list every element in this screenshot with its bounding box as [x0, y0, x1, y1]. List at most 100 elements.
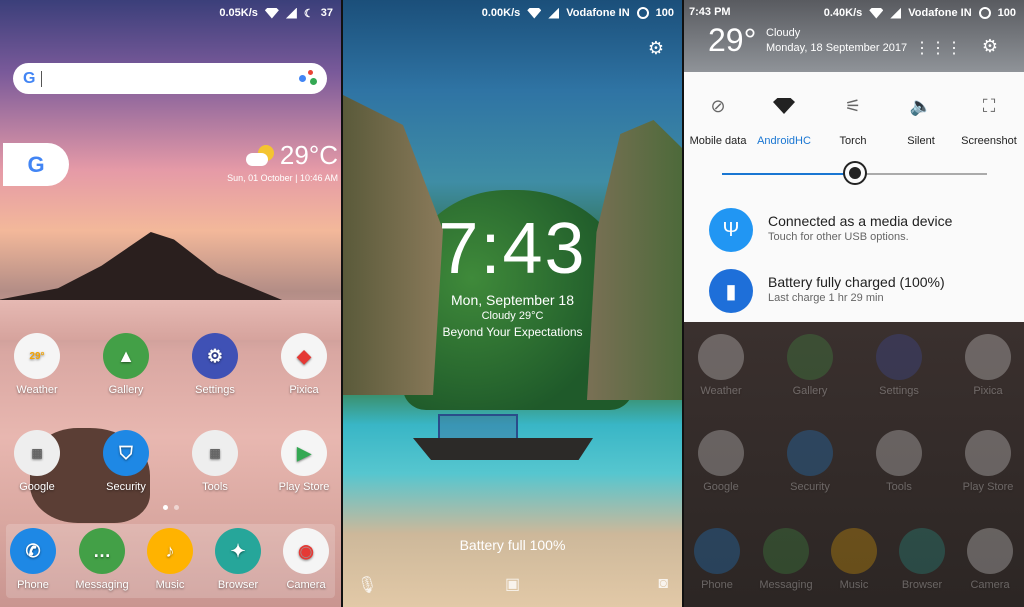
app-label: Browser: [217, 579, 259, 591]
camera-icon[interactable]: ◙: [658, 575, 668, 593]
network-speed: 0.05K/s: [219, 7, 258, 19]
message-icon: [763, 528, 809, 574]
shade-temp: 29°: [708, 22, 757, 58]
app-label: Gallery: [792, 385, 828, 397]
app-label: Pixica: [289, 384, 319, 396]
tile-label: Torch: [839, 135, 867, 147]
pixica-icon: ◆: [281, 333, 327, 379]
page-indicator: [163, 505, 179, 510]
wifi-icon: [264, 7, 279, 19]
wifi-icon: [869, 7, 884, 19]
app-label: Tools: [202, 481, 228, 493]
app-gallery[interactable]: ▲ Gallery: [91, 333, 161, 396]
wifi-icon: [527, 7, 542, 19]
lock-clock: 7:43: [438, 209, 587, 289]
app-camera: Camera: [955, 528, 1024, 591]
carrier-name: Vodafone IN: [908, 7, 972, 19]
app-label: Google: [703, 481, 739, 493]
assistant-icon[interactable]: [299, 69, 317, 88]
weather-icon-temp: 29°: [29, 350, 45, 362]
battery-level: 100: [997, 7, 1016, 19]
status-bar: 0.00K/s Vodafone IN 100: [343, 0, 682, 26]
tile-label: Mobile data: [689, 135, 747, 147]
signal-icon: [548, 7, 560, 19]
tile-mobile-data[interactable]: ⊘ Mobile data: [684, 92, 752, 148]
tile-torch[interactable]: ⚟ Torch: [819, 92, 887, 148]
google-search-bar[interactable]: G: [13, 63, 327, 94]
compass-icon: [899, 528, 945, 574]
app-messaging[interactable]: … Messaging: [67, 528, 137, 591]
battery-message: Battery full 100%: [459, 537, 566, 553]
text-cursor: [41, 70, 43, 87]
app-play-store[interactable]: ▶ Play Store: [269, 430, 339, 493]
phone-icon: [694, 528, 740, 574]
app-music[interactable]: ♪ Music: [135, 528, 205, 591]
app-weather[interactable]: 29° Weather: [2, 333, 72, 396]
grid-icon[interactable]: ⋮⋮⋮: [914, 38, 962, 58]
boat-canopy: [438, 414, 518, 438]
signal-icon: [890, 7, 902, 19]
notification-title: Connected as a media device: [768, 213, 953, 229]
network-speed: 0.00K/s: [481, 7, 521, 19]
battery-full-icon: ▮: [709, 269, 753, 313]
shield-icon: [787, 430, 833, 476]
notification-usb[interactable]: Ψ Connected as a media device Touch for …: [684, 200, 1024, 258]
app-settings[interactable]: ⚙ Settings: [180, 333, 250, 396]
shade-date: Monday, 18 September 2017: [766, 42, 908, 54]
camera-icon: [967, 528, 1013, 574]
google-app-pill[interactable]: G: [3, 143, 69, 186]
app-label: Google: [19, 481, 55, 493]
app-google-folder[interactable]: ▦ Google: [2, 430, 72, 493]
app-pixica: Pixica: [953, 334, 1023, 397]
mobile-data-off-icon: ⊘: [710, 95, 726, 116]
play-store-icon: ▶: [281, 430, 327, 476]
lock-icon[interactable]: ▣: [505, 574, 520, 594]
app-label: Weather: [16, 384, 58, 396]
speaker-icon: 🔈: [909, 95, 933, 116]
app-security[interactable]: ⛉ Security: [91, 430, 161, 493]
tile-label: Screenshot: [961, 135, 1017, 147]
app-label: Settings: [195, 384, 235, 396]
app-security: Security: [775, 430, 845, 493]
home-screen: 0.05K/s ☾ 37 G G 29°C Sun, 01 October |: [0, 0, 341, 607]
app-music: Music: [819, 528, 889, 591]
phone-icon: ✆: [10, 528, 56, 574]
app-camera[interactable]: ◉ Camera: [271, 528, 341, 591]
gear-icon[interactable]: ⚙: [648, 38, 664, 59]
gallery-icon: [787, 334, 833, 380]
app-label: Phone: [701, 579, 733, 591]
lock-tagline: Beyond Your Expectations: [442, 325, 583, 339]
lock-screen: 0.00K/s Vodafone IN 100 ⚙ 7:43 Mon, Sept…: [343, 0, 682, 607]
signal-icon: [285, 7, 297, 19]
lock-weather: Cloudy 29°C: [481, 310, 544, 322]
music-icon: [831, 528, 877, 574]
app-tools[interactable]: ▦ Tools: [180, 430, 250, 493]
brightness-slider-handle[interactable]: [844, 163, 865, 183]
app-label: Music: [155, 579, 185, 591]
status-bar: 0.05K/s ☾ 37: [0, 0, 341, 26]
pixica-icon: [965, 334, 1011, 380]
app-browser[interactable]: ✦ Browser: [203, 528, 273, 591]
tile-wifi[interactable]: AndroidHC: [750, 92, 818, 147]
battery-level: 100: [655, 7, 674, 19]
gear-icon[interactable]: ⚙: [982, 36, 998, 57]
brightness-fill: [722, 173, 855, 175]
weather-widget[interactable]: 29°C Sun, 01 October | 10:46 AM: [220, 140, 338, 183]
tile-label: AndroidHC: [757, 135, 811, 147]
play-store-icon: [965, 430, 1011, 476]
battery-icon: [636, 7, 649, 19]
tile-screenshot[interactable]: ⛶ Screenshot: [955, 92, 1023, 148]
usb-icon: Ψ: [709, 208, 753, 252]
app-label: Play Store: [962, 481, 1014, 493]
app-label: Gallery: [108, 384, 144, 396]
app-phone: Phone: [684, 528, 752, 591]
app-pixica[interactable]: ◆ Pixica: [269, 333, 339, 396]
weather-temp: 29°C: [279, 140, 338, 170]
app-label: Security: [106, 481, 146, 493]
app-google-folder: Google: [686, 430, 756, 493]
tile-silent[interactable]: 🔈 Silent: [887, 92, 955, 148]
app-phone[interactable]: ✆ Phone: [0, 528, 68, 591]
microphone-icon[interactable]: 🎙: [357, 575, 377, 595]
app-label: Security: [790, 481, 830, 493]
notification-battery[interactable]: ▮ Battery fully charged (100%) Last char…: [684, 261, 1024, 322]
